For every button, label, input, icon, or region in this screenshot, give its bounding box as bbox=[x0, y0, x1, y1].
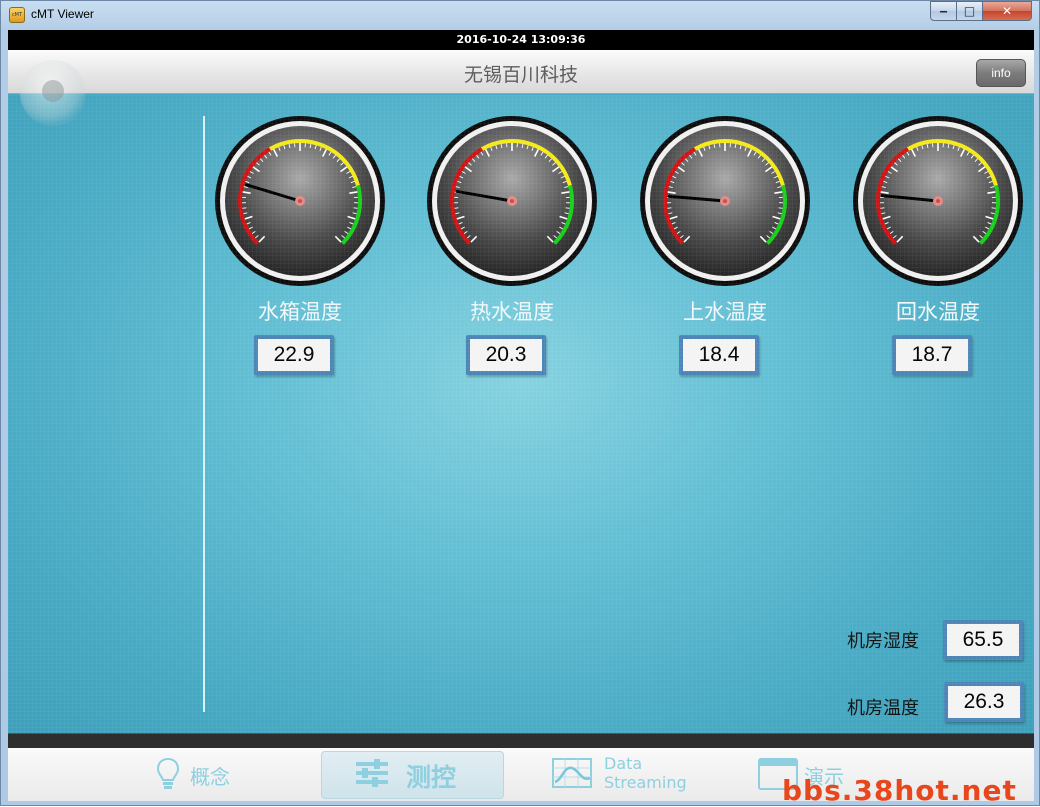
gauge-dial bbox=[852, 115, 1024, 287]
minimize-button[interactable]: ‒ bbox=[930, 1, 957, 21]
gauge-label-hot-water: 热水温度 bbox=[412, 296, 612, 326]
gauge-dial bbox=[426, 115, 598, 287]
gauge-tick bbox=[242, 208, 246, 209]
gauge-tick bbox=[354, 208, 358, 209]
value-display-return-water: 18.7 bbox=[892, 335, 972, 375]
value-text: 20.3 bbox=[470, 339, 542, 371]
hmi-client-area: 2016-10-24 13:09:36 无锡百川科技 info 水箱温度 热水温… bbox=[8, 30, 1034, 801]
gauge-tick bbox=[566, 208, 570, 209]
value-text: 22.9 bbox=[258, 339, 330, 371]
gauge-hub-center bbox=[723, 199, 727, 203]
window-title: cMT Viewer bbox=[31, 7, 94, 21]
app-icon[interactable]: cMT bbox=[9, 7, 25, 23]
gauge-dial bbox=[214, 115, 386, 287]
page-title: 无锡百川科技 bbox=[8, 60, 1034, 87]
value-text: 18.4 bbox=[683, 339, 755, 371]
nav-item-measure-control[interactable]: 测控 bbox=[348, 748, 488, 801]
sliders-icon bbox=[354, 758, 390, 788]
gauge-label-water-tank: 水箱温度 bbox=[200, 296, 400, 326]
gauge-hub-center bbox=[936, 199, 940, 203]
datetime-bar: 2016-10-24 13:09:36 bbox=[8, 30, 1034, 50]
nav-item-data-streaming[interactable]: Data Streaming bbox=[548, 748, 698, 801]
gauge-tick bbox=[880, 208, 884, 209]
gauge-tick bbox=[992, 208, 996, 209]
value-text: 26.3 bbox=[948, 686, 1020, 718]
gauge-tick bbox=[779, 208, 783, 209]
footer-divider-bar bbox=[8, 733, 1034, 748]
vertical-divider bbox=[203, 116, 205, 712]
gauge-dial bbox=[639, 115, 811, 287]
gauge-hub-center bbox=[510, 199, 514, 203]
room-temperature-display: 26.3 bbox=[944, 682, 1024, 722]
value-text: 18.7 bbox=[896, 339, 968, 371]
gauge-hub-center bbox=[298, 199, 302, 203]
room-temperature-label: 机房温度 bbox=[847, 694, 919, 720]
chart-icon bbox=[552, 758, 592, 788]
value-display-supply-water: 18.4 bbox=[679, 335, 759, 375]
gauge-water-tank bbox=[214, 115, 386, 287]
maximize-button[interactable]: □ bbox=[957, 1, 983, 21]
gauge-label-supply-water: 上水温度 bbox=[625, 296, 825, 326]
window-controls: ‒ □ ✕ bbox=[930, 1, 1034, 21]
gauge-tick bbox=[667, 208, 671, 209]
page-header: 无锡百川科技 info bbox=[8, 50, 1034, 94]
gauge-supply-water bbox=[639, 115, 811, 287]
nav-label-measure-control: 测控 bbox=[406, 758, 456, 794]
info-button[interactable]: info bbox=[976, 59, 1026, 87]
gauge-return-water bbox=[852, 115, 1024, 287]
gauge-tick bbox=[454, 208, 458, 209]
datetime-text: 2016-10-24 13:09:36 bbox=[457, 33, 586, 46]
nav-label-streaming: Streaming bbox=[604, 773, 687, 792]
value-text: 65.5 bbox=[947, 624, 1019, 656]
room-humidity-label: 机房湿度 bbox=[847, 627, 919, 653]
main-panel: 水箱温度 热水温度 上水温度 回水温度 22.9 20.3 18.4 18.7 … bbox=[8, 95, 1034, 733]
close-button[interactable]: ✕ bbox=[983, 1, 1032, 21]
lightbulb-icon bbox=[156, 757, 180, 791]
nav-item-concept[interactable]: 概念 bbox=[148, 748, 278, 801]
gauge-label-return-water: 回水温度 bbox=[838, 296, 1034, 326]
nav-label-data: Data bbox=[604, 754, 642, 773]
watermark-text: bbs.38hot.net bbox=[782, 774, 1017, 807]
gauge-hot-water bbox=[426, 115, 598, 287]
room-humidity-display: 65.5 bbox=[943, 620, 1023, 660]
title-bar[interactable]: cMT cMT Viewer ‒ □ ✕ bbox=[1, 1, 1039, 30]
value-display-hot-water: 20.3 bbox=[466, 335, 546, 375]
home-icon[interactable] bbox=[20, 60, 86, 126]
nav-label-concept: 概念 bbox=[190, 761, 230, 790]
app-window: cMT cMT Viewer ‒ □ ✕ 2016-10-24 13:09:36… bbox=[0, 0, 1040, 806]
value-display-water-tank: 22.9 bbox=[254, 335, 334, 375]
